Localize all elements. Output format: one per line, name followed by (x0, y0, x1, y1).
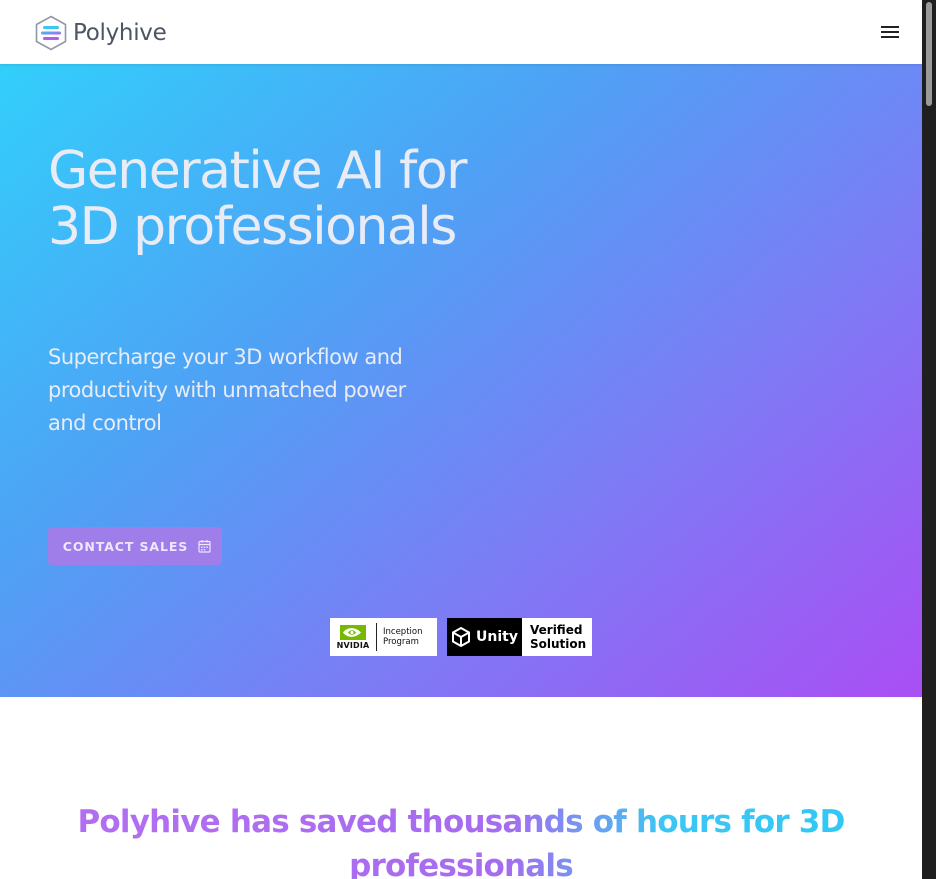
contact-sales-label: CONTACT SALES (62, 538, 189, 554)
site-header: Polyhive (0, 0, 922, 64)
unity-line-1: Verified (530, 623, 583, 637)
menu-button[interactable] (878, 22, 902, 42)
hero-title: Generative AI for 3D professionals (48, 141, 468, 257)
nvidia-eye-icon (340, 624, 366, 640)
hero-subtitle: Supercharge your 3D workflow and product… (48, 345, 406, 435)
nvidia-logo: NVIDIA (330, 618, 376, 656)
stats-heading: Polyhive has saved thousands of hours fo… (0, 800, 922, 879)
hamburger-menu-icon (881, 26, 899, 38)
unity-logo: Unity (447, 618, 522, 656)
scrollbar-thumb[interactable] (926, 2, 932, 106)
logo-link[interactable]: Polyhive (34, 15, 167, 51)
brand-name: Polyhive (73, 20, 167, 46)
unity-line-2: Solution (530, 637, 587, 651)
nvidia-line-2: Program (383, 637, 419, 647)
unity-wordmark: Unity (476, 629, 518, 645)
page: Polyhive Generative AI for 3D profession… (0, 0, 922, 879)
nvidia-program-text: Inception Program (377, 627, 422, 647)
page-scrollbar[interactable] (922, 0, 936, 879)
unity-verified-text: Verified Solution (522, 618, 592, 656)
nvidia-inception-badge: NVIDIA Inception Program (330, 618, 437, 656)
nvidia-line-1: Inception (383, 627, 423, 637)
nvidia-wordmark: NVIDIA (336, 640, 370, 650)
hero-section: Generative AI for 3D professionals Super… (0, 64, 922, 697)
calendar-icon (198, 540, 211, 553)
unity-verified-badge: Unity Verified Solution (447, 618, 592, 656)
polyhive-logo-icon (35, 15, 67, 51)
unity-cube-icon (452, 627, 471, 647)
contact-sales-button[interactable]: CONTACT SALES (48, 527, 222, 565)
